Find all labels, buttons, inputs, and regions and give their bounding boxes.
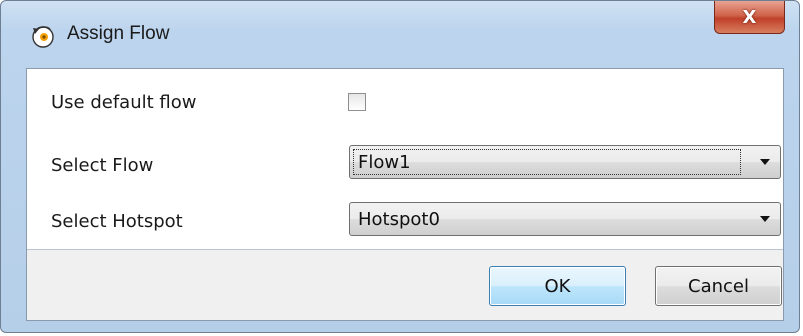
focus-rect bbox=[353, 149, 741, 175]
select-hotspot-value: Hotspot0 bbox=[358, 209, 440, 230]
chevron-down-icon bbox=[760, 216, 770, 222]
chevron-down-icon bbox=[760, 159, 770, 165]
title-bar[interactable]: Assign Flow X bbox=[1, 1, 799, 67]
use-default-flow-checkbox[interactable] bbox=[348, 93, 366, 111]
dialog-content: Use default flow Select Flow Flow1 Selec… bbox=[26, 68, 784, 321]
cancel-button[interactable]: Cancel bbox=[655, 266, 782, 306]
select-hotspot-dropdown[interactable]: Hotspot0 bbox=[349, 202, 781, 236]
ok-button[interactable]: OK bbox=[489, 266, 626, 306]
close-icon: X bbox=[742, 6, 757, 28]
select-flow-dropdown[interactable]: Flow1 bbox=[349, 145, 781, 179]
close-button[interactable]: X bbox=[714, 1, 785, 34]
select-hotspot-label: Select Hotspot bbox=[51, 211, 183, 232]
use-default-flow-label: Use default flow bbox=[51, 92, 197, 113]
window-title: Assign Flow bbox=[67, 23, 170, 44]
select-flow-label: Select Flow bbox=[51, 155, 154, 176]
assign-flow-icon bbox=[32, 26, 54, 48]
select-flow-value: Flow1 bbox=[358, 152, 411, 173]
assign-flow-dialog: Assign Flow X Use default flow Select Fl… bbox=[0, 0, 800, 333]
form-panel: Use default flow Select Flow Flow1 Selec… bbox=[27, 69, 783, 250]
